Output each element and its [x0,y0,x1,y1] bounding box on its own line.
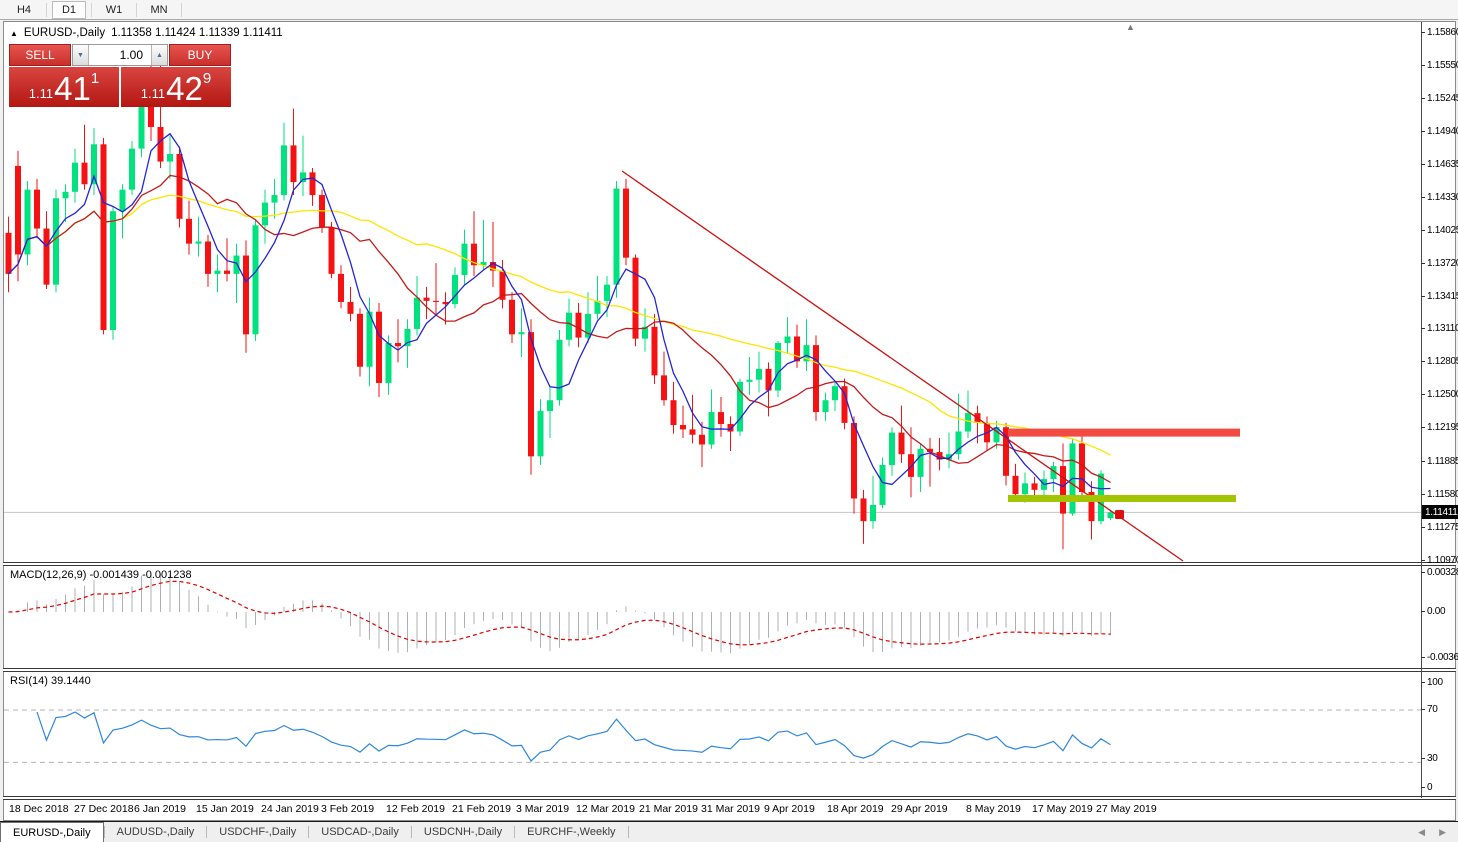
price-tick-label: 1.14025 [1421,224,1458,237]
date-tick-label: 27 Dec 2018 [74,803,134,815]
one-click-trading-panel: SELL ▼ ▲ BUY 1.11 41 1 1.11 42 9 [9,44,231,107]
date-tick-label: 12 Mar 2019 [576,803,635,815]
toolbar-separator [136,3,137,17]
timeframe-button-h4[interactable]: H4 [7,1,41,19]
buy-button[interactable]: BUY [169,44,231,66]
toolbar-separator [46,3,47,17]
volume-increase-button[interactable]: ▲ [151,45,167,65]
buy-price-tile[interactable]: 1.11 42 9 [121,67,231,107]
macd-tick-label: -0.00365 [1421,651,1458,664]
macd-label: MACD(12,26,9) -0.001439 -0.001238 [10,569,192,581]
date-tick-label: 17 May 2019 [1032,803,1093,815]
buy-price-prefix: 1.11 [141,84,165,104]
chart-tab-eurusd[interactable]: EURUSD-,Daily [0,822,104,842]
chart-tab-audusd[interactable]: AUDUSD-,Daily [105,822,207,842]
chart-tab-eurchf[interactable]: EURCHF-,Weekly [515,822,627,842]
sell-price-prefix: 1.11 [29,84,53,104]
date-tick-label: 9 Apr 2019 [764,803,815,815]
volume-decrease-button[interactable]: ▼ [73,45,89,65]
price-tick-label: 1.12805 [1421,355,1458,368]
price-tick-label: 1.14635 [1421,158,1458,171]
price-tick-label: 1.13415 [1421,290,1458,303]
chart-symbol-info: ▲ EURUSD-,Daily 1.11358 1.11424 1.11339 … [10,27,283,39]
date-tick-label: 18 Apr 2019 [827,803,884,815]
timeframe-button-d1[interactable]: D1 [52,1,86,19]
date-axis: 18 Dec 2018 27 Dec 20186 Jan 2019 15 Jan 2… [4,800,1421,820]
macd-indicator-canvas[interactable] [4,566,1421,668]
ohlc-values: 1.11358 1.11424 1.11339 1.11411 [111,27,283,39]
rsi-tick-label: 0 [1421,781,1432,794]
chart-tab-usdchf[interactable]: USDCHF-,Daily [207,822,308,842]
price-tick-label: 1.12195 [1421,421,1458,434]
date-tick-label: 3 Feb 2019 [321,803,374,815]
rsi-indicator-canvas[interactable] [4,672,1421,796]
toolbar-separator [91,3,92,17]
date-tick-label: 18 Dec 2018 [9,803,69,815]
chart-tab-bar: EURUSD-,DailyAUDUSD-,DailyUSDCHF-,DailyU… [0,821,1458,842]
chart-title: EURUSD-,Daily [24,27,105,39]
one-click-collapse-icon[interactable]: ▲ [10,29,18,38]
date-tick-label: 3 Mar 2019 [516,803,569,815]
price-tick-label: 1.11275 [1421,521,1458,534]
tabs-scroll-right-icon[interactable]: ▶ [1439,827,1446,838]
date-tick-label: 6 Jan 2019 [134,803,186,815]
price-tick-label: 1.15245 [1421,92,1458,105]
chart-shift-marker-icon[interactable]: ▲ [1126,22,1135,32]
volume-stepper: ▼ ▲ [72,44,168,66]
sell-button[interactable]: SELL [9,44,71,66]
chart-tab-usdcad[interactable]: USDCAD-,Daily [309,822,411,842]
price-tick-label: 1.10970 [1421,554,1458,567]
rsi-label: RSI(14) 39.1440 [10,675,91,687]
date-tick-label: 15 Jan 2019 [196,803,254,815]
timeframe-button-w1[interactable]: W1 [97,1,131,19]
date-tick-label: 29 Apr 2019 [891,803,948,815]
price-tick-label: 1.12500 [1421,388,1458,401]
date-tick-label: 27 May 2019 [1096,803,1157,815]
volume-input[interactable] [89,45,151,65]
mt-terminal-window: H4 D1 W1 MN ▲ EURUSD-,Daily 1.11358 1.11424… [0,0,1458,842]
toolbar-separator [181,3,182,17]
price-tick-label: 1.15860 [1421,26,1458,39]
timeframe-button-mn[interactable]: MN [142,1,176,19]
buy-price-main: 42 [166,74,203,104]
date-tick-label: 21 Feb 2019 [452,803,511,815]
price-tick-label: 1.11885 [1421,455,1458,468]
rsi-tick-label: 70 [1421,703,1438,716]
date-tick-label: 31 Mar 2019 [701,803,760,815]
price-tick-label: 1.13110 [1421,322,1458,335]
price-tick-label: 1.15550 [1421,59,1458,72]
price-tick-label: 1.11580 [1421,488,1458,501]
date-tick-label: 21 Mar 2019 [639,803,698,815]
buy-price-pip: 9 [203,71,211,86]
sell-price-tile[interactable]: 1.11 41 1 [9,67,119,107]
chart-tab-usdcnh[interactable]: USDCNH-,Daily [412,822,514,842]
sell-price-pip: 1 [91,71,99,86]
price-tick-label: 1.14940 [1421,125,1458,138]
date-tick-label: 8 May 2019 [966,803,1021,815]
tabs-scroll-left-icon[interactable]: ◀ [1418,827,1425,838]
timeframe-toolbar: H4 D1 W1 MN [0,0,1458,20]
macd-tick-label: 0.00 [1421,605,1445,618]
tab-separator [628,826,629,838]
date-tick-label: 24 Jan 2019 [261,803,319,815]
price-tick-label: 1.13720 [1421,257,1458,270]
current-price-tag: 1.11411 [1422,505,1458,519]
price-tick-label: 1.14330 [1421,191,1458,204]
macd-tick-label: 0.00328 [1421,566,1458,579]
sell-price-main: 41 [54,74,91,104]
date-tick-label: 12 Feb 2019 [386,803,445,815]
rsi-tick-label: 30 [1421,752,1438,765]
rsi-tick-label: 100 [1421,676,1443,689]
